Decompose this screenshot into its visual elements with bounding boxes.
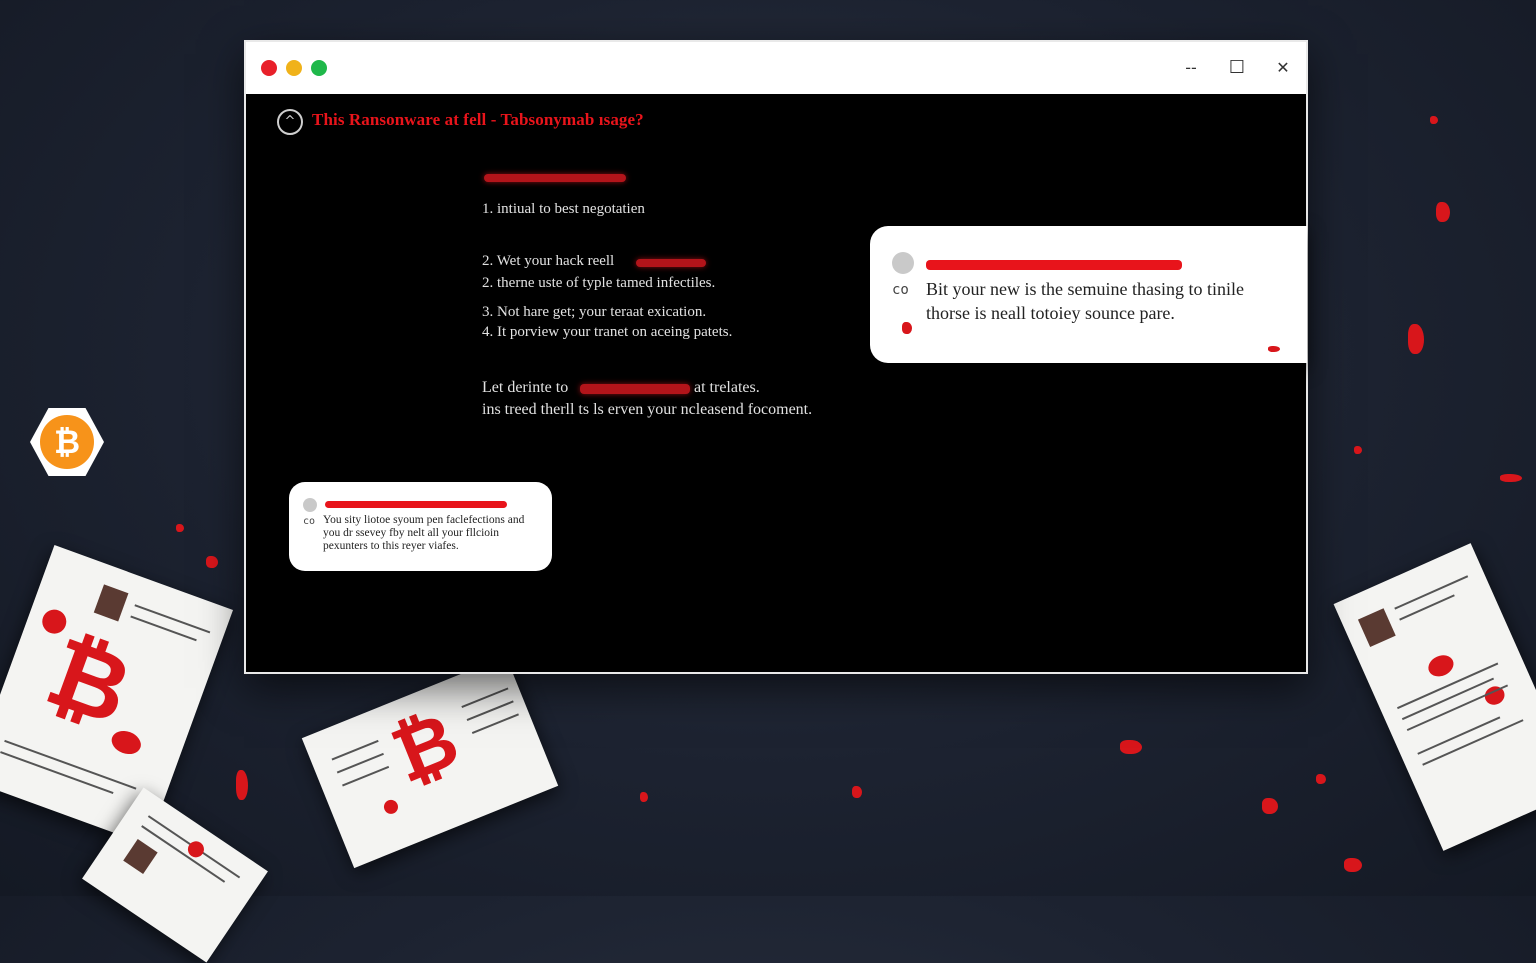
blood-splatter [640, 792, 648, 802]
paper-line [471, 713, 519, 734]
message-text: You sity liotoe syoum pen faclefections … [323, 514, 525, 526]
paper-photo [93, 584, 129, 622]
redacted-bar [484, 174, 626, 182]
paper-line [1406, 684, 1509, 732]
paper-photo [123, 839, 158, 874]
bitcoin-symbol: ₿ [33, 615, 146, 748]
paper-line [1399, 594, 1455, 621]
blood-splatter [1436, 202, 1450, 222]
blood-splatter [1408, 324, 1424, 354]
blood-splatter [1344, 858, 1362, 872]
redacted-bar [325, 501, 507, 508]
avatar [892, 252, 914, 274]
paper-line [130, 615, 197, 642]
notice-line: at trelates. [694, 379, 760, 396]
redacted-bar [636, 259, 706, 267]
blood-splatter [108, 727, 145, 758]
instruction-line: 1. intiual to best negotatien [482, 201, 645, 217]
bitcoin-icon: ₿ [40, 415, 94, 469]
blood-splatter [1268, 346, 1280, 352]
notice-line: Let derinte to [482, 379, 569, 396]
instruction-line: 2. Wet your hack reell [482, 253, 615, 269]
avatar [303, 498, 317, 512]
close-button[interactable]: ✕ [1269, 54, 1297, 82]
page-title: This Ransonware at fell - Tabsonymab ısa… [312, 110, 644, 129]
instruction-line: 3. Not hare get; your teraat exication. [482, 304, 707, 320]
blood-splatter [1500, 474, 1522, 482]
blood-splatter [1262, 798, 1278, 814]
blood-splatter [236, 770, 248, 800]
blood-splatter [1120, 740, 1142, 754]
ransom-paper-middle: ₿ [301, 655, 559, 869]
ransom-paper-right [1333, 543, 1536, 851]
instruction-line: 2. therne uste of typle tamed infectiles… [482, 275, 716, 291]
minimize-button[interactable]: -- [1177, 54, 1205, 82]
message-text: you dr ssevey fby nelt all your fllcioin [323, 527, 499, 539]
bitcoin-badge: ₿ [30, 408, 104, 476]
window-content: ^ This Ransonware at fell - Tabsonymab ı… [246, 94, 1306, 672]
blood-splatter [206, 556, 218, 568]
blood-splatter [1354, 446, 1362, 454]
paper-line [342, 765, 390, 787]
message-text: Bit your new is the semuine thasing to t… [926, 279, 1244, 299]
blood-splatter [1316, 774, 1326, 784]
link-icon: co [303, 516, 316, 527]
blood-splatter [1424, 651, 1457, 681]
paper-photo [1357, 608, 1396, 648]
bitcoin-symbol: ₿ [379, 694, 471, 801]
blood-splatter [852, 786, 862, 798]
minimize-dot[interactable] [286, 60, 302, 76]
redacted-bar [580, 384, 690, 394]
blood-splatter [176, 524, 184, 532]
maximize-button[interactable]: ☐ [1223, 54, 1251, 82]
blood-splatter [381, 797, 401, 817]
paper-line [1422, 719, 1524, 766]
message-card-left[interactable]: co You sity liotoe syoum pen faclefectio… [289, 482, 552, 571]
notice-line: ins treed therll ts ls erven your ncleas… [482, 401, 813, 418]
link-icon: co [892, 282, 909, 298]
instruction-line: 4. It porview your tranet on aceing pate… [482, 324, 733, 340]
paper-line [134, 604, 211, 634]
ransom-paper-left: ₿ [0, 545, 234, 845]
blood-splatter [1430, 116, 1438, 124]
alert-icon: ^ [277, 109, 303, 135]
redacted-bar [926, 260, 1182, 270]
message-card-right[interactable]: co Bit your new is the semuine thasing t… [870, 226, 1307, 363]
message-text: thorse is neall totoiey sounce pare. [926, 303, 1175, 323]
close-dot[interactable] [261, 60, 277, 76]
message-text: pexunters to this reyer viafes. [323, 540, 459, 552]
blood-splatter [902, 322, 912, 334]
zoom-dot[interactable] [311, 60, 327, 76]
title-bar[interactable]: -- ☐ ✕ [246, 42, 1306, 94]
